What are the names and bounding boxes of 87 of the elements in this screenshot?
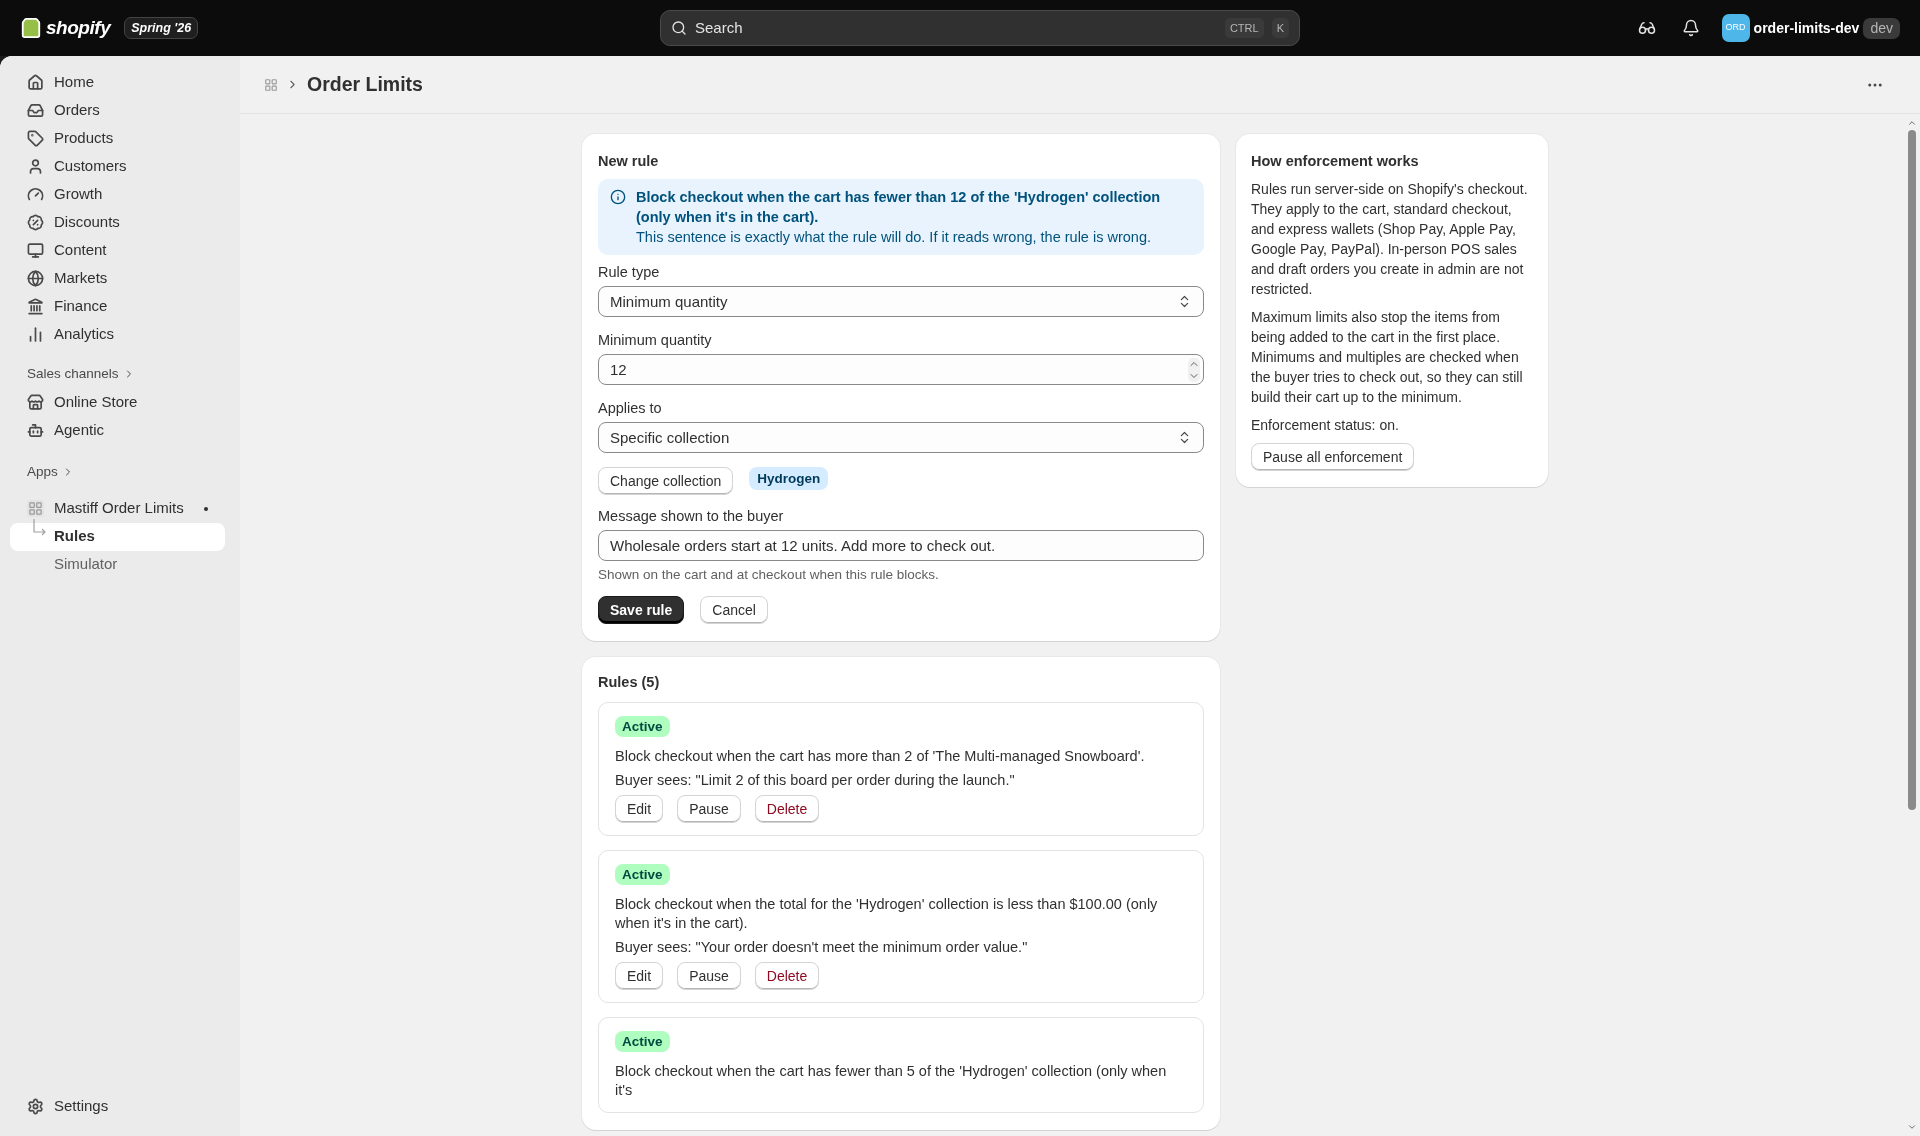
sidebar-subitem[interactable]: Simulator (10, 550, 225, 579)
card-paragraph: Enforcement status: on. (1251, 416, 1399, 435)
status-badge: Active (615, 716, 670, 737)
tag-icon (27, 129, 44, 147)
pause-enforcement-button[interactable]: Pause all enforcement (1251, 443, 1415, 471)
search-bar[interactable]: Search CTRL K (660, 10, 1300, 46)
glasses-icon[interactable] (1637, 19, 1656, 37)
save-button[interactable]: Save rule (598, 596, 685, 624)
brand-logo[interactable]: shopify (46, 13, 111, 43)
sidebar-item[interactable]: Online Store (10, 388, 225, 417)
sidebar-item[interactable]: Agentic (10, 416, 225, 445)
sidebar-item[interactable]: Products (10, 124, 225, 152)
app-grid-icon[interactable] (264, 77, 278, 92)
buyer-message: Buyer sees: "Limit 2 of this board per order during the launch." (615, 771, 1015, 790)
sidebar-item[interactable]: Analytics (10, 320, 225, 348)
action-button[interactable]: Pause (677, 795, 741, 823)
help-text: Shown on the cart and at checkout when this rule blocks. (598, 566, 940, 584)
settings-item[interactable]: Settings (10, 1092, 225, 1120)
card-title: New rule (598, 152, 660, 171)
buyer-message: Buyer sees: "Your order doesn't meet the minimum order value." (615, 938, 1028, 957)
percent-badge-icon (27, 213, 44, 231)
sidebar-item[interactable]: Mastiff Order Limits (10, 494, 225, 523)
sidebar-item[interactable]: Orders (10, 96, 225, 124)
field-label: Applies to (598, 399, 663, 418)
field-label: Minimum quantity (598, 331, 713, 350)
field-label: Rule type (598, 263, 661, 282)
search-field[interactable]: Search (695, 16, 1217, 40)
message-field[interactable]: Wholesale orders start at 12 units. Add more to check out. (598, 530, 1204, 561)
monitor-icon (27, 241, 44, 259)
globe-icon (27, 269, 44, 287)
field-label: Message shown to the buyer (598, 507, 785, 526)
sidebar-item[interactable]: Finance (10, 292, 225, 320)
stepper-icon[interactable] (1188, 357, 1200, 382)
status-badge: Active (615, 1031, 670, 1052)
sidebar-item[interactable]: Growth (10, 180, 225, 208)
sidebar-item[interactable]: Customers (10, 152, 225, 180)
card-title: How enforcement works (1251, 152, 1419, 171)
banner-title: Block checkout when the cart has fewer than 12 of the 'Hydrogen' collection (only when it's in the cart). (636, 188, 1162, 227)
rule-type-select[interactable]: Minimum quantity (598, 286, 1204, 317)
gauge-icon (27, 185, 44, 203)
sidebar-item[interactable]: Content (10, 236, 225, 264)
page-title: Order Limits (307, 71, 423, 97)
banner-text: This sentence is exactly what the rule will do. If it reads wrong, the rule is wrong. (636, 228, 1152, 247)
quantity-field[interactable]: 12 (598, 354, 1204, 385)
edition-badge: Spring '26 (124, 16, 199, 40)
bank-icon (27, 297, 44, 315)
scroll-down-icon[interactable] (1907, 1122, 1917, 1132)
search-icon (671, 20, 687, 36)
sidebar-item[interactable]: Home (10, 68, 225, 96)
store-tag: dev (1863, 17, 1900, 39)
shortcut-key: CTRL (1224, 17, 1264, 39)
applies-to-select[interactable]: Specific collection (598, 422, 1204, 453)
home-icon (27, 73, 44, 91)
rule-description: Block checkout when the total for the 'Hydrogen' collection is less than $100.00 (only when it's in the cart). (615, 895, 1159, 933)
settings-icon (27, 1097, 44, 1115)
info-icon (610, 189, 626, 205)
store-icon (27, 393, 44, 411)
card-paragraph: Rules run server-side on Shopify's checkout. They apply to the cart, standard checkout, and express wallets (Shop Pay, Apple Pay, Google Pay, PayPal). In-person POS sales and draft orders you create in admin are not restricted. (1251, 180, 1529, 299)
app-grid-icon (27, 500, 44, 517)
scroll-up-icon[interactable] (1907, 118, 1917, 128)
section-heading[interactable]: Sales channels (27, 364, 228, 385)
store-name[interactable]: order-limits-dev (1753, 17, 1860, 39)
rule-description: Block checkout when the cart has more than 2 of 'The Multi-managed Snowboard'. (615, 747, 1145, 766)
bell-icon[interactable] (1681, 19, 1700, 37)
delete-button[interactable]: Delete (754, 795, 820, 823)
section-heading[interactable]: Apps (27, 462, 228, 483)
card-title: Rules (5) (598, 673, 661, 692)
person-icon (27, 157, 44, 175)
sidebar-subitem[interactable]: Rules (10, 522, 225, 551)
shopping-bag-icon (20, 17, 42, 39)
inbox-icon (27, 101, 44, 119)
action-button[interactable]: Edit (615, 795, 664, 823)
change-collection-button[interactable]: Change collection (598, 467, 734, 495)
status-badge: Active (615, 864, 670, 885)
action-button[interactable]: Edit (615, 962, 664, 990)
action-button[interactable]: Pause (677, 962, 741, 990)
rule-description: Block checkout when the cart has fewer than 5 of the 'Hydrogen' collection (only when it's (615, 1062, 1168, 1100)
tree-connector-icon (33, 518, 47, 537)
sidebar-item[interactable]: Markets (10, 264, 225, 292)
card-paragraph: Maximum limits also stop the items from being added to the cart in the first place. Minimums and multiples are checked when the buyer tries to check out, so they can still build their cart up to the minimum. (1251, 308, 1524, 407)
bar-chart-icon (27, 325, 44, 343)
sidebar-item[interactable]: Discounts (10, 208, 225, 236)
shortcut-key: K (1271, 17, 1289, 39)
collection-tag: Hydrogen (749, 467, 829, 490)
robot-icon (27, 421, 44, 439)
cancel-button[interactable]: Cancel (700, 596, 768, 624)
delete-button[interactable]: Delete (754, 962, 820, 990)
